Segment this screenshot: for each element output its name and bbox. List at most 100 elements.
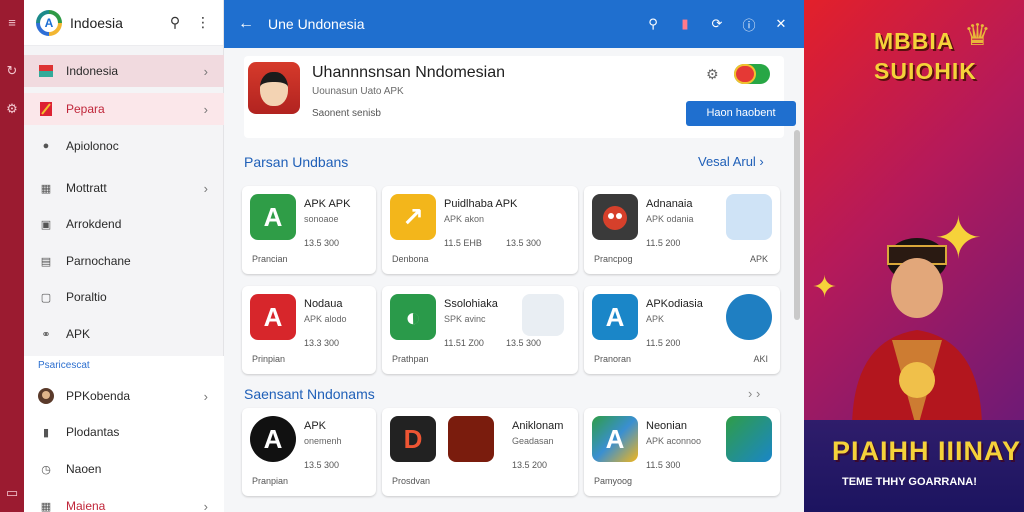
sidebar-item-indonesia[interactable]: Indonesia › bbox=[24, 55, 224, 87]
chevron-right-icon: › bbox=[203, 180, 208, 196]
settings-icon[interactable]: ⚙ bbox=[3, 100, 21, 118]
window-icon[interactable]: ▭ bbox=[3, 484, 21, 502]
tile-category: Prancpog bbox=[594, 254, 633, 264]
app-tile[interactable]: ↗ Puidlhaba APK APK akon 11.5 EHB 13.5 3… bbox=[382, 186, 578, 274]
sidebar-item-parnochane[interactable]: ▤ Parnochane bbox=[24, 245, 224, 277]
promo-banner[interactable]: MBBIA SUIOHIK ♛ ✦ ✦ PIAIHH IIINAY TEME T… bbox=[804, 0, 1024, 512]
app-tile[interactable]: A APKodiasia APK 11.5 200 Pranoran AKI bbox=[584, 286, 780, 374]
sidebar-item-mottratt[interactable]: ▦ Mottratt › bbox=[24, 172, 224, 204]
bookmark-icon bbox=[38, 102, 54, 116]
bookmark-icon[interactable]: ▮ bbox=[676, 16, 694, 32]
chevron-right-icon: › bbox=[203, 63, 208, 79]
tile-subtitle: APK akon bbox=[444, 214, 485, 224]
tile-name: APK bbox=[304, 420, 327, 432]
menu-icon[interactable]: ≡ bbox=[3, 14, 21, 32]
app-tile[interactable]: A Nodaua APK alodo 13.3 300 Prinpian bbox=[242, 286, 376, 374]
tile-name: Ssolohiaka bbox=[444, 298, 498, 310]
close-icon[interactable]: ✕ bbox=[772, 16, 790, 32]
chevron-right-icon: › bbox=[203, 498, 208, 512]
game-logo-icon: D bbox=[390, 416, 436, 462]
tile-category: Denbona bbox=[392, 254, 429, 264]
app-tile[interactable]: A APK onemenh 13.5 300 Pranpian bbox=[242, 408, 376, 496]
app-logo-icon: A bbox=[250, 294, 296, 340]
sidebar-item-apiolonoc[interactable]: ● Apiolonoc bbox=[24, 130, 224, 162]
sidebar-item-maiena[interactable]: ▦ Maiena › bbox=[24, 490, 224, 512]
sidebar-item-poraltio[interactable]: ▢ Poraltio bbox=[24, 281, 224, 313]
section-title: Saensant Nndonams bbox=[244, 386, 375, 402]
app-logo-icon bbox=[726, 416, 772, 462]
app-subtitle: Uounasun Uato APK bbox=[312, 86, 404, 97]
banner-headline: MBBIA SUIOHIK bbox=[874, 28, 977, 84]
app-detail-card: Uhannnsnsan Nndomesian Uounasun Uato APK… bbox=[244, 56, 796, 138]
chevron-right-icon[interactable]: › › bbox=[748, 386, 760, 401]
install-button[interactable]: Haon haobent bbox=[686, 101, 796, 126]
mascot-logo-icon bbox=[592, 194, 638, 240]
app-tile[interactable]: A APK APK sonoaoe 13.5 300 Prancian bbox=[242, 186, 376, 274]
tile-subtitle: APK odania bbox=[646, 214, 694, 224]
sidebar-title: Indoesia bbox=[70, 14, 123, 31]
sidebar-item-naoen[interactable]: ◷ Naoen bbox=[24, 453, 224, 485]
more-icon[interactable]: ⋮ bbox=[193, 14, 213, 31]
link-icon: ⚭ bbox=[41, 328, 51, 341]
sidebar-item-pepara[interactable]: Pepara › bbox=[24, 93, 224, 125]
sidebar-item-arrokdend[interactable]: ▣ Arrokdend bbox=[24, 208, 224, 240]
square-icon: ▣ bbox=[40, 218, 52, 231]
tile-name: APKodiasia bbox=[646, 298, 703, 310]
sidebar-item-plodantas[interactable]: ▮ Plodantas bbox=[24, 416, 224, 448]
flag-icon bbox=[38, 64, 54, 78]
app-developer: Saonent senisb bbox=[312, 108, 381, 119]
gear-icon[interactable]: ⚙ bbox=[706, 66, 719, 83]
tile-size: 13.5 300 bbox=[304, 238, 340, 248]
left-rail: ≡ ↻ ⚙ ▭ bbox=[0, 0, 24, 512]
top-app-bar: ← Une Undonesia ⚲ ▮ ⟳ ⓘ ✕ bbox=[224, 0, 804, 48]
sidebar-header: A Indoesia ⚲ ⋮ bbox=[24, 0, 223, 46]
tile-subtitle: Geadasan bbox=[512, 436, 554, 446]
sidebar-item-label: Pepara bbox=[66, 102, 105, 116]
sidebar-item-ppkobenda[interactable]: PPKobenda › bbox=[24, 380, 224, 412]
scrollbar[interactable] bbox=[794, 130, 800, 320]
tile-name: Nodaua bbox=[304, 298, 343, 310]
search-icon[interactable]: ⚲ bbox=[165, 14, 185, 31]
sidebar: A Indoesia ⚲ ⋮ Indonesia › Pepara › ● Ap… bbox=[24, 0, 224, 512]
info-icon[interactable]: ⓘ bbox=[740, 15, 758, 34]
sidebar-item-label: Naoen bbox=[66, 462, 102, 476]
app-tile[interactable]: Adnanaia APK odania 11.5 200 Prancpog AP… bbox=[584, 186, 780, 274]
sidebar-item-label: Mottratt bbox=[66, 181, 107, 195]
arrow-logo-icon: ↗ bbox=[390, 194, 436, 240]
sidebar-item-label: Poraltio bbox=[66, 290, 107, 304]
chevron-right-icon: › bbox=[203, 101, 208, 117]
page-title: Une Undonesia bbox=[268, 16, 365, 32]
tile-subtitle: APK aconnoo bbox=[646, 436, 702, 446]
clock-icon: ◷ bbox=[41, 463, 51, 476]
refresh-icon[interactable]: ⟳ bbox=[708, 16, 726, 32]
app-logo-icon: A bbox=[250, 194, 296, 240]
sidebar-item-apk[interactable]: ⚭ APK bbox=[24, 318, 224, 350]
tile-subtitle: APK alodo bbox=[304, 314, 347, 324]
search-icon[interactable]: ⚲ bbox=[644, 16, 662, 32]
back-arrow-icon[interactable]: ← bbox=[238, 15, 254, 33]
view-all-link[interactable]: Vesal Arul › bbox=[698, 154, 764, 169]
app-tile[interactable]: ◐ Ssolohiaka SPK avinc 11.51 Z00 13.5 30… bbox=[382, 286, 578, 374]
sidebar-item-label: Plodantas bbox=[66, 425, 120, 439]
person-thumbnail-icon bbox=[522, 294, 564, 336]
tile-subtitle: sonoaoe bbox=[304, 214, 339, 224]
tile-category: Prosdvan bbox=[392, 476, 431, 486]
sidebar-item-label: Apiolonoc bbox=[66, 139, 119, 153]
avatar bbox=[38, 388, 54, 404]
tile-name: Aniklonam bbox=[512, 420, 564, 432]
grid-icon: ▦ bbox=[40, 182, 52, 195]
emblem-logo-icon: A bbox=[250, 416, 296, 462]
tile-subtitle: APK bbox=[646, 314, 665, 324]
tile-name: Neonian bbox=[646, 420, 687, 432]
refresh-icon[interactable]: ↻ bbox=[3, 62, 21, 80]
sidebar-item-label: Parnochane bbox=[66, 254, 131, 268]
app-tile[interactable]: A Neonian APK aconnoo 11.5 300 Pamyoog bbox=[584, 408, 780, 496]
sidebar-item-label: APK bbox=[66, 327, 91, 341]
app-logo-icon: A bbox=[592, 416, 638, 462]
send-logo-icon bbox=[726, 294, 772, 340]
tile-name: APK APK bbox=[304, 198, 351, 210]
main-panel: ← Une Undonesia ⚲ ▮ ⟳ ⓘ ✕ Uhannnsnsan Nn… bbox=[224, 0, 804, 512]
app-tile[interactable]: D Aniklonam Geadasan 13.5 200 Prosdvan bbox=[382, 408, 578, 496]
app-logo-icon: A bbox=[36, 9, 62, 36]
sidebar-item-label: PPKobenda bbox=[66, 389, 131, 403]
